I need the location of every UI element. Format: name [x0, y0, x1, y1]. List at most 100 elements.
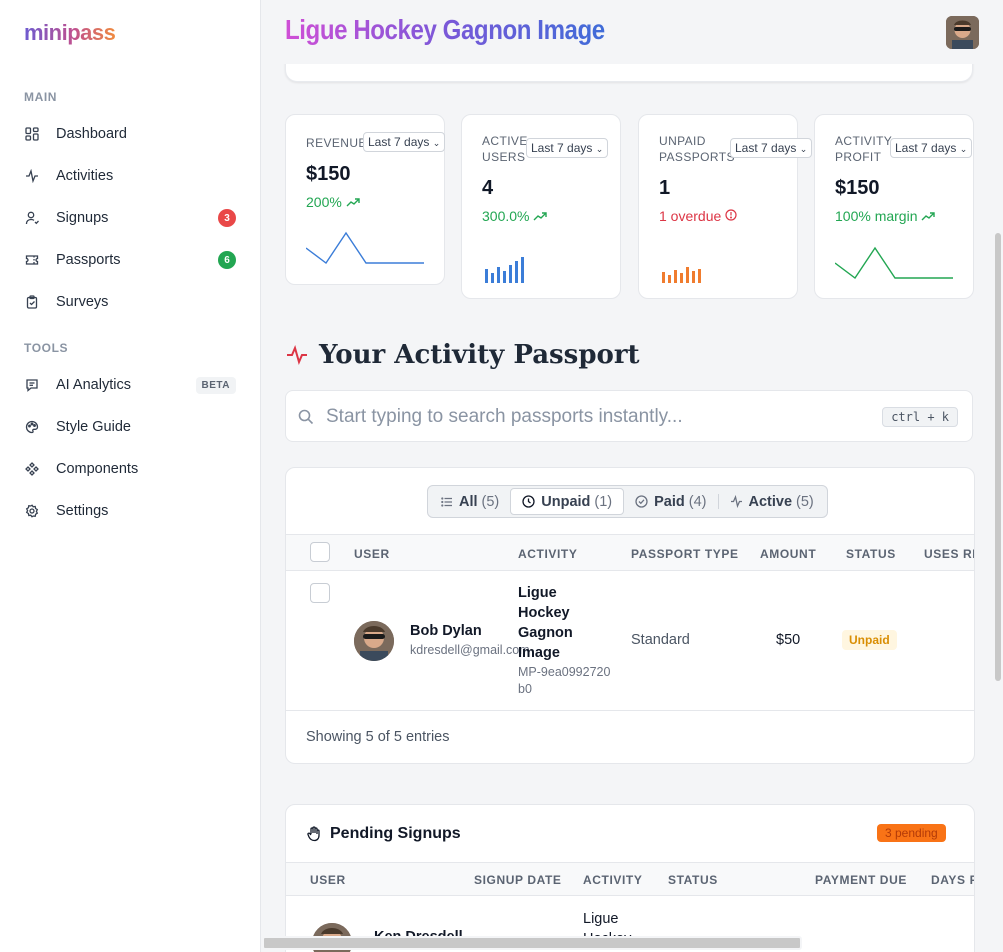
clock-icon: [522, 495, 535, 508]
sidebar-item-label: Surveys: [56, 294, 109, 310]
column-header[interactable]: AMOUNT: [760, 547, 816, 561]
column-header[interactable]: PAYMENT DUE: [815, 873, 907, 887]
sidebar-item-passports[interactable]: Passports 6: [24, 246, 238, 274]
trending-up-icon: [346, 194, 360, 210]
components-icon: [24, 461, 40, 477]
filter-all-button[interactable]: All (5): [430, 488, 510, 515]
passport-table-card: All (5) Unpaid (1) Paid (4) Active (5) USER …: [285, 467, 975, 764]
status-filter-group: All (5) Unpaid (1) Paid (4) Active (5): [427, 485, 828, 518]
chevron-down-icon: ⌄: [959, 144, 968, 154]
stat-value: $150: [306, 163, 351, 185]
trend-text: 200%: [306, 194, 342, 210]
filter-label: Paid: [654, 493, 685, 510]
sidebar-item-label: Settings: [56, 503, 109, 519]
section-title: Your Activity Passport: [319, 340, 640, 370]
sidebar-item-ai-analytics[interactable]: AI Analytics BETA: [24, 371, 238, 399]
passport-search-bar: ctrl + k: [285, 390, 973, 442]
row-checkbox[interactable]: [310, 583, 330, 603]
column-header[interactable]: USER: [354, 547, 390, 561]
column-header[interactable]: STATUS: [668, 873, 718, 887]
table-header: USER ACTIVITY PASSPORT TYPE AMOUNT STATU…: [286, 534, 974, 571]
sidebar-item-label: Signups: [56, 210, 109, 226]
sidebar-item-style-guide[interactable]: Style Guide: [24, 413, 238, 441]
avatar: [354, 621, 394, 661]
stat-trend: 200%: [306, 194, 360, 210]
stat-label: ACTIVITY PROFIT: [835, 133, 892, 165]
chevron-down-icon: ⌄: [799, 144, 808, 154]
revenue-sparkline: [306, 231, 424, 265]
activity-icon: [730, 495, 743, 508]
stat-value: 1: [659, 177, 671, 199]
trending-up-icon: [921, 208, 936, 224]
column-header[interactable]: ACTIVITY: [518, 547, 577, 561]
trend-text: 300.0%: [482, 208, 530, 224]
sidebar-item-dashboard[interactable]: Dashboard: [24, 120, 238, 148]
sidebar-item-label: Passports: [56, 252, 121, 268]
activity-name[interactable]: Ligue Hockey Gagnon Image: [518, 583, 580, 663]
column-header[interactable]: PASSPORT TYPE: [631, 547, 739, 561]
horizontal-scrollbar[interactable]: [262, 936, 802, 950]
stat-label: ACTIVE USERS: [482, 133, 528, 165]
filter-unpaid-button[interactable]: Unpaid (1): [510, 488, 625, 515]
stat-label-line: UNPAID: [659, 134, 706, 148]
column-header[interactable]: SIGNUP DATE: [474, 873, 562, 887]
filter-count: (5): [481, 493, 500, 510]
filter-active-button[interactable]: Active (5): [719, 488, 825, 515]
sidebar-item-components[interactable]: Components: [24, 455, 238, 483]
active-users-sparkbars: [485, 257, 524, 283]
trend-text: 100% margin: [835, 208, 918, 224]
passport-search-input[interactable]: [326, 401, 866, 433]
amount: $50: [776, 632, 801, 648]
column-header[interactable]: ACTIVITY: [583, 873, 642, 887]
pulse-icon: [285, 343, 309, 367]
select-all-checkbox[interactable]: [310, 542, 330, 562]
user-avatar[interactable]: [946, 16, 979, 49]
period-label: Last 7 days: [735, 141, 797, 155]
column-header[interactable]: USER: [310, 873, 346, 887]
stat-label: REVENUE: [306, 136, 367, 150]
pending-count-badge: 3 pending: [877, 824, 946, 842]
activity-profit-stat-card: ACTIVITY PROFIT Last 7 days ⌄ $150 100% m…: [814, 114, 974, 299]
stat-trend: 100% margin: [835, 208, 936, 224]
filter-count: (1): [594, 493, 613, 510]
column-header[interactable]: DAYS PEND: [931, 873, 974, 887]
stat-trend: 300.0%: [482, 208, 548, 224]
active-users-period-select[interactable]: Last 7 days ⌄: [526, 138, 609, 158]
sidebar-section-tools: TOOLS: [24, 341, 69, 355]
gear-icon: [24, 503, 40, 519]
check-circle-icon: [635, 495, 648, 508]
pending-table-header: USER SIGNUP DATE ACTIVITY STATUS PAYMENT…: [286, 862, 974, 896]
sidebar-item-label: Style Guide: [56, 419, 131, 435]
passport-section-heading: Your Activity Passport: [285, 340, 640, 370]
dashboard-icon: [24, 126, 40, 142]
signups-count-badge: 3: [218, 209, 236, 227]
unpaid-passports-stat-card: UNPAID PASSPORTS Last 7 days ⌄ 1 1 overdu…: [638, 114, 813, 299]
sidebar-item-settings[interactable]: Settings: [24, 497, 238, 525]
sidebar-section-main: MAIN: [24, 90, 58, 104]
passports-count-badge: 6: [218, 251, 236, 269]
table-row[interactable]: Bob Dylan kdresdell@gmail.com Ligue Hock…: [286, 571, 974, 711]
filter-count: (4): [688, 493, 707, 510]
column-header[interactable]: USES REMA: [924, 547, 974, 561]
profit-period-select[interactable]: Last 7 days ⌄: [890, 138, 973, 158]
app-logo[interactable]: minipass: [24, 20, 116, 46]
sidebar-item-surveys[interactable]: Surveys: [24, 288, 238, 316]
user-icon: [24, 210, 40, 226]
stat-value: $150: [835, 177, 880, 199]
ticket-icon: [24, 252, 40, 268]
sidebar-item-signups[interactable]: Signups 3: [24, 204, 238, 232]
column-header[interactable]: STATUS: [846, 547, 896, 561]
section-title: Pending Signups: [330, 825, 461, 842]
filter-paid-button[interactable]: Paid (4): [624, 488, 717, 515]
trend-text: 1 overdue: [659, 208, 722, 224]
passport-type: Standard: [631, 632, 690, 648]
list-icon: [441, 496, 453, 508]
stat-label-line: ACTIVE: [482, 134, 528, 148]
unpaid-period-select[interactable]: Last 7 days ⌄: [730, 138, 813, 158]
revenue-period-select[interactable]: Last 7 days ⌄: [363, 132, 446, 152]
sidebar-item-label: AI Analytics: [56, 377, 131, 393]
sidebar-item-activities[interactable]: Activities: [24, 162, 238, 190]
chat-icon: [24, 377, 40, 393]
vertical-scrollbar[interactable]: [995, 233, 1001, 681]
filter-label: Active: [748, 493, 793, 510]
